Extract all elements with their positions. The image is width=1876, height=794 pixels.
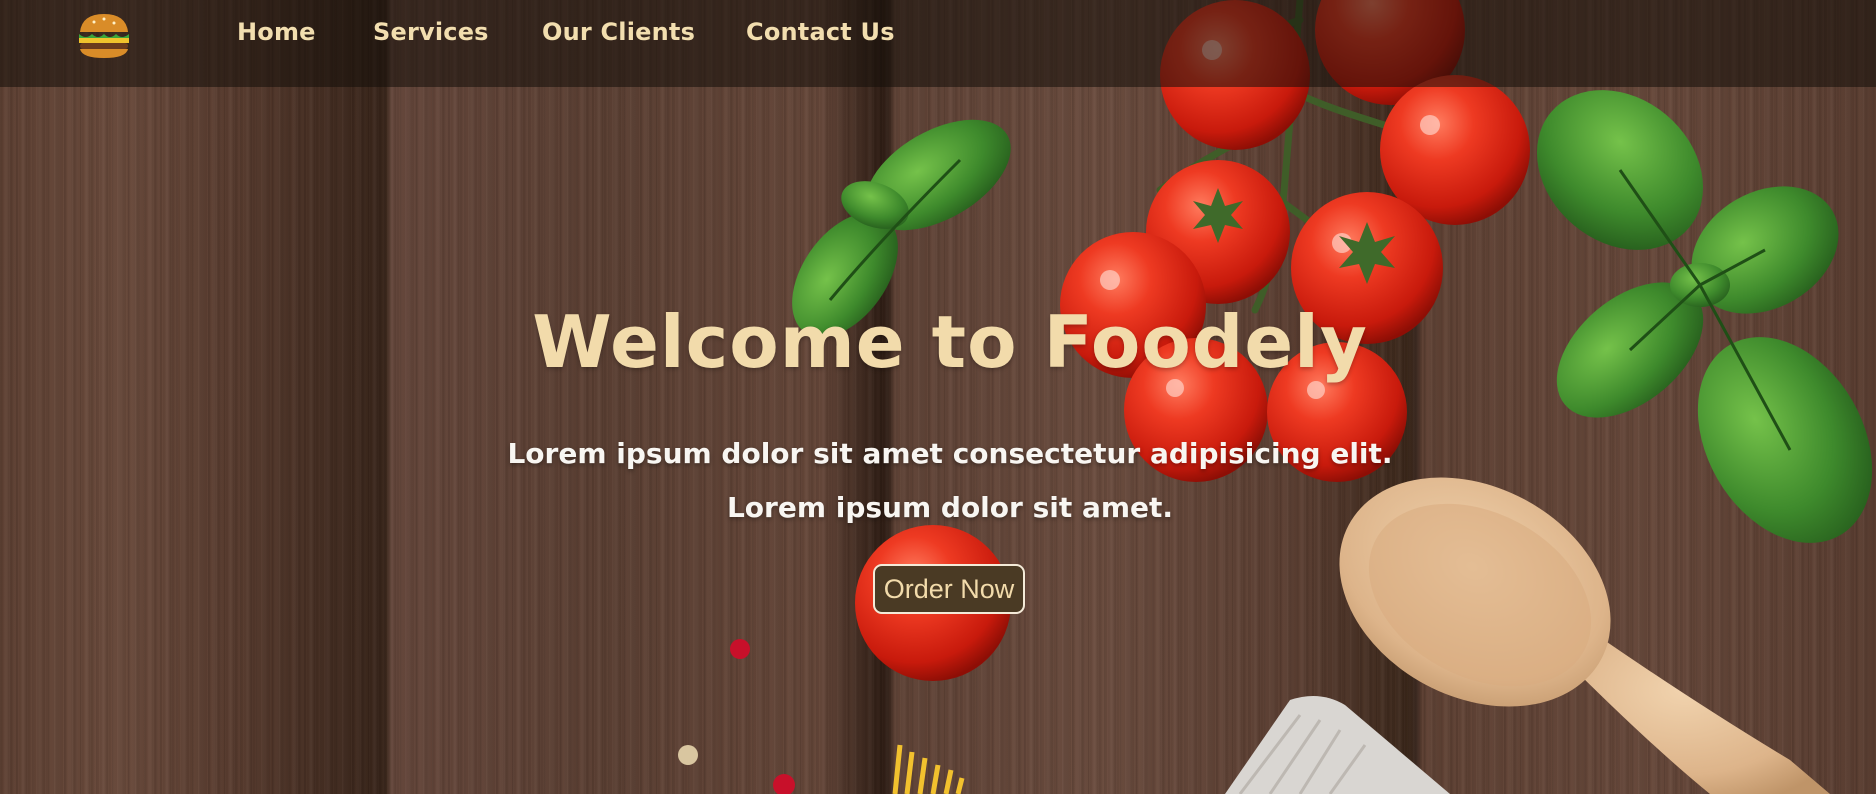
food-background-illustration — [678, 0, 1873, 794]
hero-subtitle-line-2: Lorem ipsum dolor sit amet. — [726, 491, 1174, 524]
nav-link-services[interactable]: Services — [373, 18, 489, 46]
hero-title: Welcome to Foodely — [532, 300, 1368, 384]
pasta — [892, 744, 965, 794]
peppercorn — [678, 745, 698, 765]
order-now-button[interactable]: Order Now — [873, 564, 1025, 614]
nav-link-home[interactable]: Home — [237, 18, 316, 46]
kitchen-cloth — [1225, 696, 1450, 794]
hero-subtitle-line-1: Lorem ipsum dolor sit amet consectetur a… — [507, 437, 1393, 470]
nav-link-our-clients[interactable]: Our Clients — [542, 18, 695, 46]
top-navbar: Home Services Our Clients Contact Us — [0, 0, 1876, 87]
nav-link-contact-us[interactable]: Contact Us — [746, 18, 895, 46]
peppercorn — [773, 774, 795, 794]
hero-section: Home Services Our Clients Contact Us Wel… — [0, 0, 1876, 794]
burger-icon[interactable] — [76, 10, 132, 60]
peppercorn — [730, 639, 750, 659]
